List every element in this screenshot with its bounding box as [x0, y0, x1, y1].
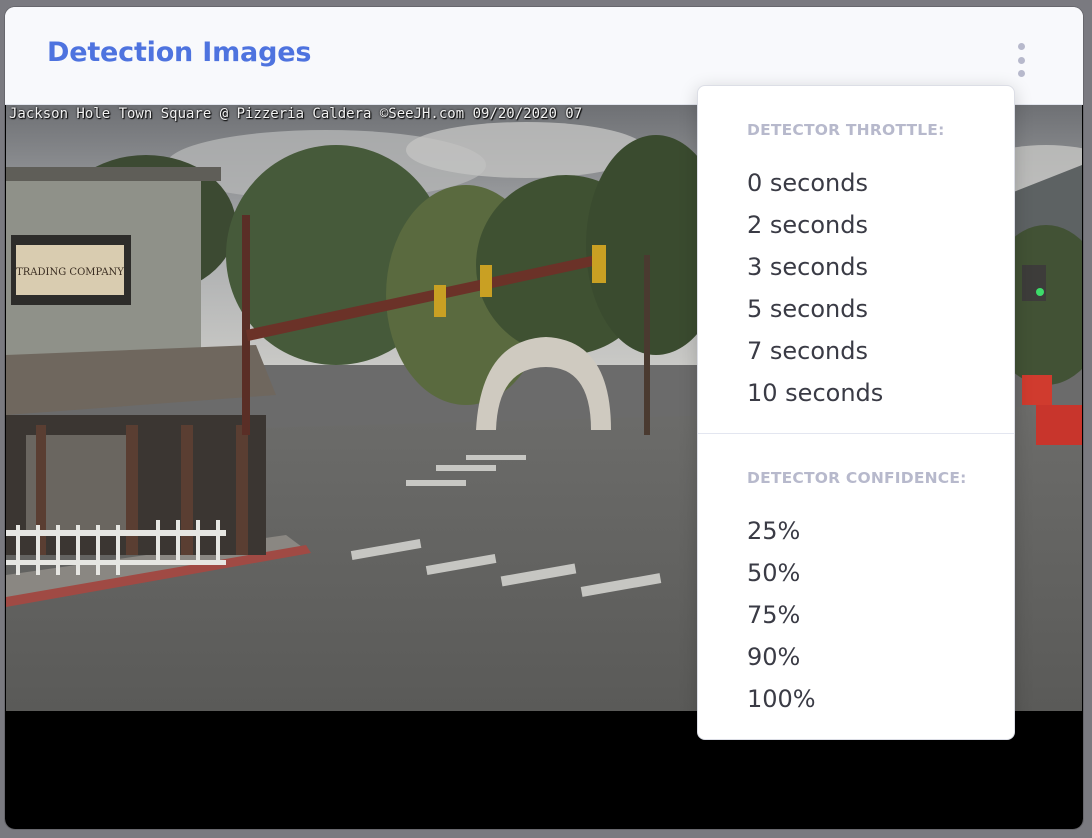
card-title: Detection Images [47, 37, 312, 68]
detector-confidence-header: DETECTOR CONFIDENCE: [747, 469, 967, 487]
confidence-option[interactable]: 75% [747, 601, 800, 629]
throttle-option[interactable]: 7 seconds [747, 337, 868, 365]
throttle-option[interactable]: 3 seconds [747, 253, 868, 281]
throttle-option[interactable]: 0 seconds [747, 169, 868, 197]
camera-timestamp-overlay: Jackson Hole Town Square @ Pizzeria Cald… [9, 106, 583, 122]
vertical-ellipsis-icon[interactable] [1014, 43, 1028, 77]
detector-settings-menu: DETECTOR THROTTLE: 0 seconds 2 seconds 3… [697, 85, 1015, 740]
detector-throttle-header: DETECTOR THROTTLE: [747, 121, 945, 139]
kebab-dot [1017, 43, 1025, 50]
confidence-option[interactable]: 50% [747, 559, 800, 587]
throttle-option[interactable]: 2 seconds [747, 211, 868, 239]
menu-divider [698, 433, 1014, 434]
confidence-option[interactable]: 100% [747, 685, 816, 713]
throttle-option[interactable]: 5 seconds [747, 295, 868, 323]
kebab-dot [1017, 70, 1025, 77]
store-sign: TRADING COMPANY [16, 267, 124, 278]
confidence-option[interactable]: 25% [747, 517, 800, 545]
kebab-dot [1017, 56, 1025, 64]
confidence-option[interactable]: 90% [747, 643, 800, 671]
throttle-option[interactable]: 10 seconds [747, 379, 883, 407]
